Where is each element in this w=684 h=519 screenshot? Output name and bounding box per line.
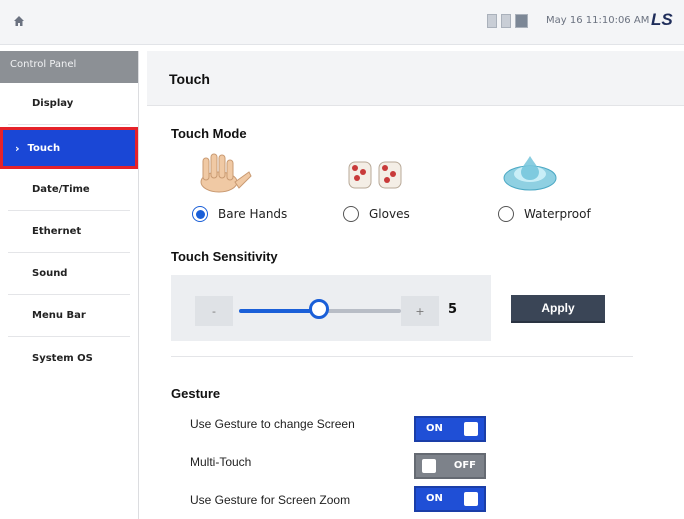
page-title: Touch (169, 71, 210, 87)
touch-settings-content: Touch Mode Bare Hands Gloves Waterproof … (147, 106, 684, 519)
radio-label: Waterproof (524, 207, 591, 221)
sidebar: Control Panel Display › Touch Date/Time E… (0, 51, 139, 519)
usb-icon (501, 14, 511, 28)
toggle-state-label: ON (426, 423, 443, 434)
sidebar-item-touch[interactable]: › Touch (0, 127, 138, 169)
radio-unchecked-icon (498, 206, 514, 222)
apply-button[interactable]: Apply (511, 295, 605, 323)
chevron-right-icon: › (15, 141, 20, 155)
sidebar-item-label: Sound (32, 268, 68, 279)
sidebar-item-system-os[interactable]: System OS (8, 337, 130, 379)
touch-mode-title: Touch Mode (171, 126, 247, 141)
slider-track-empty (319, 309, 401, 313)
radio-label: Gloves (369, 207, 410, 221)
storage-icon (487, 14, 497, 28)
multi-touch-label: Multi-Touch (190, 455, 252, 469)
bare-hand-icon (200, 153, 252, 193)
radio-checked-icon (192, 206, 208, 222)
sidebar-item-label: Date/Time (32, 184, 90, 195)
sidebar-item-label: Touch (27, 142, 61, 154)
radio-bare-hands[interactable]: Bare Hands (192, 206, 287, 222)
slider-track-filled (239, 309, 319, 313)
monitor-icon (515, 14, 528, 28)
toggle-state-label: ON (426, 493, 443, 504)
sensitivity-slider-thumb[interactable] (309, 299, 329, 319)
gesture-title: Gesture (171, 386, 221, 401)
brand-logo: LS (651, 10, 673, 29)
sidebar-item-display[interactable]: Display (8, 83, 130, 125)
sidebar-title: Control Panel (0, 51, 138, 83)
home-icon[interactable] (12, 14, 26, 28)
top-bar: May 16 11:10:06 AM LS (0, 0, 684, 45)
section-divider (171, 356, 633, 357)
gesture-screen-zoom-toggle[interactable]: ON (414, 486, 486, 512)
sensitivity-increase-button[interactable]: + (401, 296, 439, 326)
gesture-screen-zoom-label: Use Gesture for Screen Zoom (190, 493, 351, 507)
touch-sensitivity-title: Touch Sensitivity (171, 249, 278, 264)
toggle-knob (422, 459, 436, 473)
status-icons (487, 13, 528, 29)
sidebar-item-label: System OS (32, 352, 93, 364)
page-header: Touch (147, 51, 684, 106)
sidebar-item-date-time[interactable]: Date/Time (8, 169, 130, 211)
sensitivity-decrease-button[interactable]: - (195, 296, 233, 326)
gloves-icon (348, 161, 402, 189)
sidebar-item-sound[interactable]: Sound (8, 253, 130, 295)
sensitivity-panel: - + 5 (171, 275, 491, 341)
toggle-state-label: OFF (453, 460, 476, 471)
radio-label: Bare Hands (218, 207, 288, 221)
toggle-knob (464, 492, 478, 506)
sidebar-item-label: Menu Bar (32, 310, 86, 321)
waterproof-icon (503, 156, 557, 191)
main-panel: Touch Touch Mode Bare Hands Gloves Water… (147, 51, 684, 519)
multi-touch-toggle[interactable]: OFF (414, 453, 486, 479)
radio-waterproof[interactable]: Waterproof (498, 206, 591, 222)
sidebar-item-menu-bar[interactable]: Menu Bar (8, 295, 130, 337)
radio-gloves[interactable]: Gloves (343, 206, 410, 222)
sidebar-item-label: Ethernet (32, 226, 82, 237)
sensitivity-value: 5 (448, 302, 458, 317)
gesture-change-screen-label: Use Gesture to change Screen (190, 417, 355, 431)
sidebar-item-ethernet[interactable]: Ethernet (8, 211, 130, 253)
gesture-change-screen-toggle[interactable]: ON (414, 416, 486, 442)
toggle-knob (464, 422, 478, 436)
sidebar-item-label: Display (32, 98, 74, 109)
radio-unchecked-icon (343, 206, 359, 222)
datetime-display: May 16 11:10:06 AM (546, 15, 650, 26)
